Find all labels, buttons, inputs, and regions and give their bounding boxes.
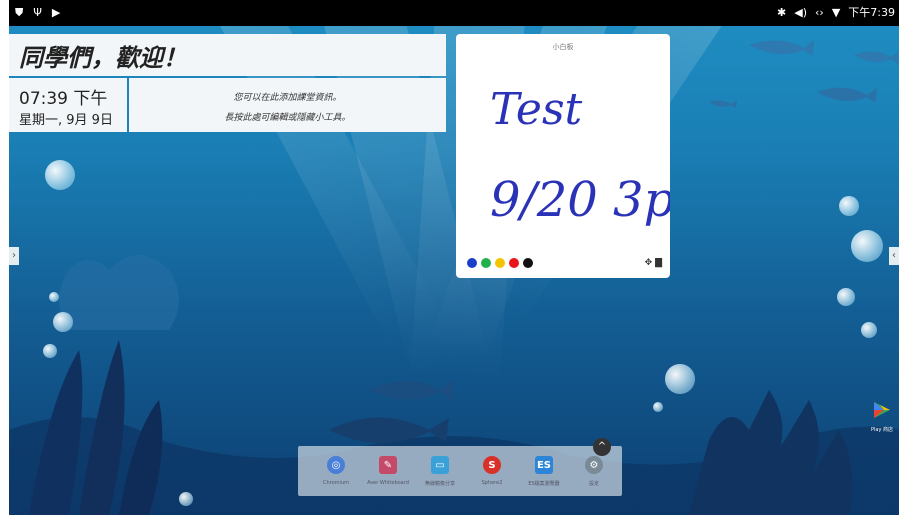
dock-toggle-button[interactable]: ^ — [593, 438, 611, 456]
pen-color-red[interactable] — [509, 258, 519, 268]
dock-app-label: 無線鏡像分享 — [424, 481, 455, 487]
volume-icon: ◀) — [794, 6, 808, 19]
bubble — [839, 196, 859, 216]
dock-app-label: Chromium — [323, 480, 349, 486]
ethernet-icon: ‹› — [815, 6, 824, 19]
welcome-widget[interactable]: 同學們，歡迎！ 07:39 下午 星期一, 9月 9日 您可以在此添加課堂資訊。… — [9, 34, 446, 132]
right-panel-arrow[interactable]: ‹ — [889, 247, 899, 265]
ink-text: Test — [490, 84, 583, 135]
play-store-label: Play 商店 — [870, 427, 894, 433]
dock-app-sphere2[interactable]: S Sphere2 — [468, 456, 516, 486]
whiteboard-canvas[interactable]: Test 9/20 3pm — [456, 54, 670, 250]
welcome-title: 同學們，歡迎！ — [9, 34, 446, 76]
play-store-icon — [874, 402, 890, 418]
bubble — [49, 292, 59, 302]
shield-icon: ⛊ — [15, 6, 24, 19]
clock-date: 星期一, 9月 9日 — [19, 113, 113, 128]
play-store-shortcut[interactable]: Play 商店 — [867, 400, 897, 433]
bubble — [851, 230, 883, 262]
time-panel: 07:39 下午 星期一, 9月 9日 — [9, 78, 127, 132]
pen-color-black[interactable] — [523, 258, 533, 268]
info-line: 長按此處可編輯或隱藏小工具。 — [224, 113, 351, 123]
gear-icon: ⚙ — [585, 456, 603, 474]
whiteboard-title: 小白板 — [552, 43, 574, 51]
dock-app-label: Aver Whiteboard — [367, 480, 409, 486]
bluetooth-icon: ✱ — [777, 6, 787, 19]
trash-icon[interactable]: ▇ — [655, 258, 662, 268]
dock-app-label: Sphere2 — [481, 480, 503, 486]
bubble — [861, 322, 877, 338]
pen-color-blue[interactable] — [467, 258, 477, 268]
pen-color-palette — [467, 258, 533, 268]
dock-app-label: ES檔案瀏覽器 — [528, 481, 560, 487]
status-clock: 下午7:39 — [848, 6, 895, 19]
app-dock: ◎ Chromium ✎ Aver Whiteboard ▭ 無線鏡像分享 S … — [298, 446, 622, 496]
dock-app-label: 設定 — [588, 481, 599, 487]
pen-color-yellow[interactable] — [495, 258, 505, 268]
dock-app-es-file-explorer[interactable]: ES ES檔案瀏覽器 — [520, 456, 568, 487]
bubble — [653, 402, 663, 412]
left-panel-arrow[interactable]: › — [9, 247, 19, 265]
bubble — [665, 364, 695, 394]
pen-color-green[interactable] — [481, 258, 491, 268]
class-info-panel[interactable]: 您可以在此添加課堂資訊。 長按此處可編輯或隱藏小工具。 — [129, 78, 446, 132]
usb-icon: Ψ — [33, 6, 42, 19]
bubble — [53, 312, 73, 332]
desktop-wallpaper: ⛊ Ψ ▶ ✱ ◀) ‹› ▼ 下午7:39 同學們，歡迎！ 07:39 下午 … — [9, 0, 899, 515]
cast-icon: ▭ — [431, 456, 449, 474]
bubble — [45, 160, 75, 190]
status-bar: ⛊ Ψ ▶ ✱ ◀) ‹› ▼ 下午7:39 — [9, 0, 899, 26]
play-icon: ▶ — [51, 6, 61, 19]
bubble — [179, 492, 193, 506]
dock-app-settings[interactable]: ⚙ 設定 — [570, 456, 618, 487]
dock-app-cast[interactable]: ▭ 無線鏡像分享 — [416, 456, 464, 487]
info-line: 您可以在此添加課堂資訊。 — [233, 93, 342, 103]
sphere-icon: S — [483, 456, 501, 474]
ink-text: 9/20 3pm — [490, 172, 670, 228]
clock-time: 07:39 下午 — [19, 89, 108, 109]
whiteboard-widget[interactable]: 小白板 Test 9/20 3pm ✥ ▇ — [456, 34, 670, 278]
dock-app-chromium[interactable]: ◎ Chromium — [312, 456, 360, 486]
chromium-icon: ◎ — [327, 456, 345, 474]
wifi-icon: ▼ — [831, 6, 841, 19]
bubble — [837, 288, 855, 306]
dock-app-aver-whiteboard[interactable]: ✎ Aver Whiteboard — [364, 456, 412, 486]
move-icon[interactable]: ✥ — [645, 258, 653, 268]
whiteboard-icon: ✎ — [379, 456, 397, 474]
file-explorer-icon: ES — [535, 456, 553, 474]
bubble — [43, 344, 57, 358]
